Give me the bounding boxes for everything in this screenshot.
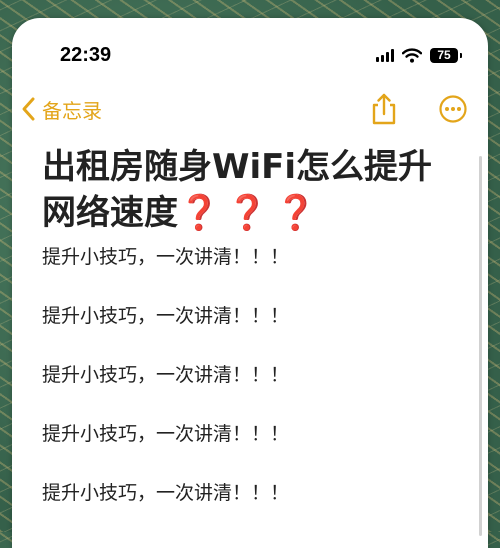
status-time: 22:39 <box>60 44 112 66</box>
question-marks: ❓❓❓ <box>178 193 324 233</box>
note-body[interactable]: 提升小技巧，一次讲清！！！ 提升小技巧，一次讲清！！！ 提升小技巧，一次讲清！！… <box>42 242 462 537</box>
note-line: 提升小技巧，一次讲清！！！ <box>42 246 290 268</box>
nav-bar: 备忘录 <box>12 90 488 130</box>
battery-level: 75 <box>437 48 451 62</box>
status-icons: 75 <box>376 45 462 65</box>
signal-icon <box>376 48 394 62</box>
share-button[interactable] <box>369 92 399 126</box>
note-line: 提升小技巧，一次讲清！！！ <box>42 305 290 327</box>
note-line: 提升小技巧，一次讲清！！！ <box>42 482 290 504</box>
note-title[interactable]: 出租房随身WiFi怎么提升网络速度❓❓❓ <box>42 144 462 236</box>
more-button[interactable] <box>438 94 468 124</box>
wifi-icon <box>402 47 422 63</box>
share-icon <box>372 93 396 125</box>
back-button[interactable]: 备忘录 <box>20 92 102 126</box>
battery-icon: 75 <box>430 47 462 63</box>
more-icon <box>439 95 467 123</box>
phone-screen: 22:39 75 备忘录 出租房随身WiFi怎么提升网络速度❓❓❓ 提升小技巧，… <box>12 18 488 548</box>
scrollbar[interactable] <box>479 156 482 536</box>
note-line: 提升小技巧，一次讲清！！！ <box>42 423 290 445</box>
note-line: 提升小技巧，一次讲清！！！ <box>42 364 290 386</box>
status-bar: 22:39 75 <box>12 18 488 78</box>
back-label: 备忘录 <box>42 98 102 123</box>
chevron-left-icon <box>22 97 35 121</box>
